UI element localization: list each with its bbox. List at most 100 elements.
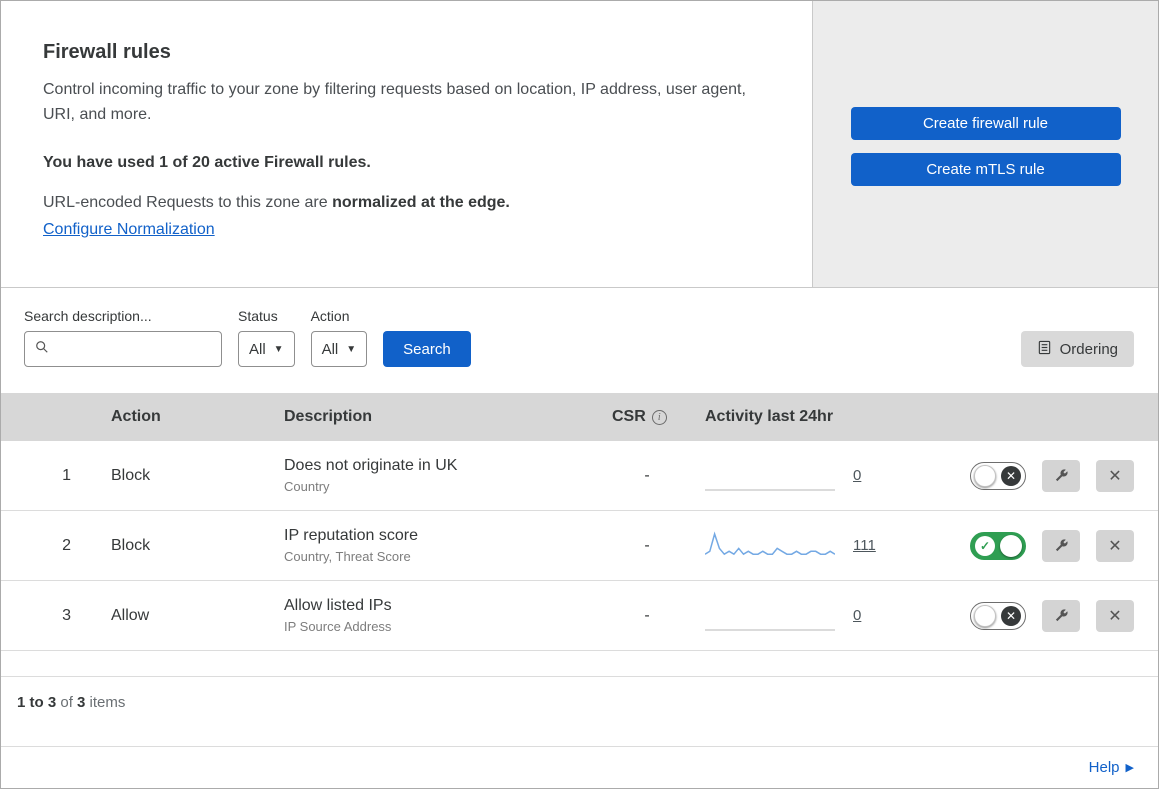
rule-enabled-toggle[interactable]: ✓ — [970, 531, 1026, 560]
intro-section: Firewall rules Control incoming traffic … — [1, 1, 1158, 288]
toggle-state-icon: ✓ — [975, 535, 995, 556]
rule-csr: - — [644, 536, 650, 554]
rule-criteria: IP Source Address — [284, 619, 392, 634]
toggle-state-icon: ✕ — [1001, 465, 1021, 486]
rule-description-cell: Allow listed IPs IP Source Address — [265, 597, 601, 634]
delete-rule-button[interactable]: ✕ — [1096, 599, 1134, 632]
chevron-down-icon: ▼ — [273, 343, 284, 355]
page-title: Firewall rules — [43, 41, 171, 63]
ordering-button[interactable]: Ordering — [1020, 331, 1134, 367]
items-of: of — [56, 694, 78, 711]
search-button[interactable]: Search — [383, 331, 471, 367]
rule-description-cell: Does not originate in UK Country — [265, 457, 601, 494]
wrench-icon — [1055, 469, 1068, 482]
rule-priority: 1 — [62, 466, 71, 484]
header-action: Action — [111, 408, 161, 425]
rule-description: Does not originate in UK — [284, 457, 458, 474]
rule-action: Allow — [111, 606, 150, 624]
rule-action: Block — [111, 536, 151, 554]
rule-action: Block — [111, 466, 151, 484]
rule-controls: ✓ ✕ — [933, 529, 1158, 562]
toggle-state-icon: ✕ — [1001, 605, 1021, 626]
rule-priority: 2 — [62, 536, 71, 554]
delete-rule-button[interactable]: ✕ — [1096, 529, 1134, 562]
create-mtls-rule-button[interactable]: Create mTLS rule — [850, 153, 1121, 186]
search-group: Search description... — [24, 308, 222, 367]
ordering-icon — [1037, 340, 1052, 359]
usage-summary: You have used 1 of 20 active Firewall ru… — [43, 153, 371, 171]
normalization-note: URL-encoded Requests to this zone are no… — [43, 194, 772, 212]
rule-criteria: Country — [284, 479, 330, 494]
activity-count-link[interactable]: 111 — [853, 537, 876, 554]
header-csr-label: CSR — [612, 408, 646, 425]
close-icon: ✕ — [1108, 607, 1122, 625]
header-activity: Activity last 24hr — [705, 408, 834, 425]
rule-description-cell: IP reputation score Country, Threat Scor… — [265, 527, 601, 564]
arrow-right-icon: ▶ — [1125, 762, 1134, 774]
table-header: Action Description CSR i Activity last 2… — [1, 393, 1158, 441]
search-input[interactable] — [56, 340, 211, 358]
wrench-icon — [1055, 539, 1068, 552]
action-select-value: All — [321, 340, 339, 358]
rule-controls: ✕ ✕ — [933, 599, 1158, 632]
search-box — [24, 331, 222, 367]
filter-bar: Search description... Status All ▼ Actio… — [1, 288, 1158, 393]
rule-csr: - — [644, 606, 650, 624]
table-row: 1 Block Does not originate in UK Country… — [1, 441, 1158, 511]
table-row: 3 Allow Allow listed IPs IP Source Addre… — [1, 581, 1158, 651]
delete-rule-button[interactable]: ✕ — [1096, 459, 1134, 492]
action-label: Action — [310, 308, 350, 324]
status-label: Status — [238, 308, 278, 324]
action-select[interactable]: All ▼ — [310, 331, 368, 367]
toggle-knob — [974, 464, 996, 487]
firewall-rules-page: Firewall rules Control incoming traffic … — [0, 0, 1159, 789]
close-icon: ✕ — [1108, 537, 1122, 555]
rule-activity-cell: 0 — [693, 459, 933, 493]
info-icon[interactable]: i — [651, 409, 667, 425]
table-spacer — [1, 651, 1158, 676]
rule-enabled-toggle[interactable]: ✕ — [970, 461, 1026, 490]
create-firewall-rule-button[interactable]: Create firewall rule — [850, 107, 1121, 140]
chevron-down-icon: ▼ — [346, 343, 357, 355]
rule-activity-cell: 111 — [693, 529, 933, 563]
rule-description: Allow listed IPs — [284, 597, 392, 614]
ordering-button-label: Ordering — [1059, 340, 1118, 358]
action-filter-group: Action All ▼ — [310, 308, 368, 367]
activity-sparkline — [705, 488, 835, 491]
page-description: Control incoming traffic to your zone by… — [43, 81, 746, 123]
close-icon: ✕ — [1108, 467, 1122, 485]
header-csr: CSR i — [601, 408, 693, 426]
rule-description: IP reputation score — [284, 527, 419, 544]
header-description: Description — [284, 408, 373, 425]
help-link[interactable]: Help ▶ — [1089, 759, 1134, 776]
activity-sparkline — [705, 530, 835, 555]
configure-normalization-link[interactable]: Configure Normalization — [43, 221, 215, 239]
items-range: 1 to 3 — [17, 694, 57, 711]
table-row: 2 Block IP reputation score Country, Thr… — [1, 511, 1158, 581]
rule-criteria: Country, Threat Score — [284, 549, 411, 564]
activity-count-link[interactable]: 0 — [853, 467, 861, 484]
help-link-label: Help — [1088, 759, 1120, 776]
edit-rule-button[interactable] — [1042, 599, 1080, 632]
help-bar: Help ▶ — [1, 746, 1158, 788]
intro-card: Firewall rules Control incoming traffic … — [1, 1, 813, 287]
normalization-note-text: URL-encoded Requests to this zone are — [43, 193, 333, 211]
status-select[interactable]: All ▼ — [238, 331, 295, 367]
toggle-knob — [974, 604, 996, 627]
toggle-knob — [1000, 534, 1022, 557]
rule-enabled-toggle[interactable]: ✕ — [970, 601, 1026, 630]
wrench-icon — [1055, 609, 1068, 622]
status-select-value: All — [249, 340, 266, 358]
rule-controls: ✕ ✕ — [933, 459, 1158, 492]
activity-sparkline — [705, 628, 835, 631]
status-filter-group: Status All ▼ — [238, 308, 295, 367]
search-label: Search description... — [24, 308, 152, 324]
edit-rule-button[interactable] — [1042, 459, 1080, 492]
table-footer: 1 to 3 of 3 items — [1, 676, 1158, 728]
items-label: items — [85, 694, 126, 711]
edit-rule-button[interactable] — [1042, 529, 1080, 562]
rule-activity-cell: 0 — [693, 599, 933, 633]
activity-count-link[interactable]: 0 — [853, 607, 861, 624]
normalization-note-bold: normalized at the edge. — [332, 193, 510, 211]
rule-priority: 3 — [62, 606, 71, 624]
